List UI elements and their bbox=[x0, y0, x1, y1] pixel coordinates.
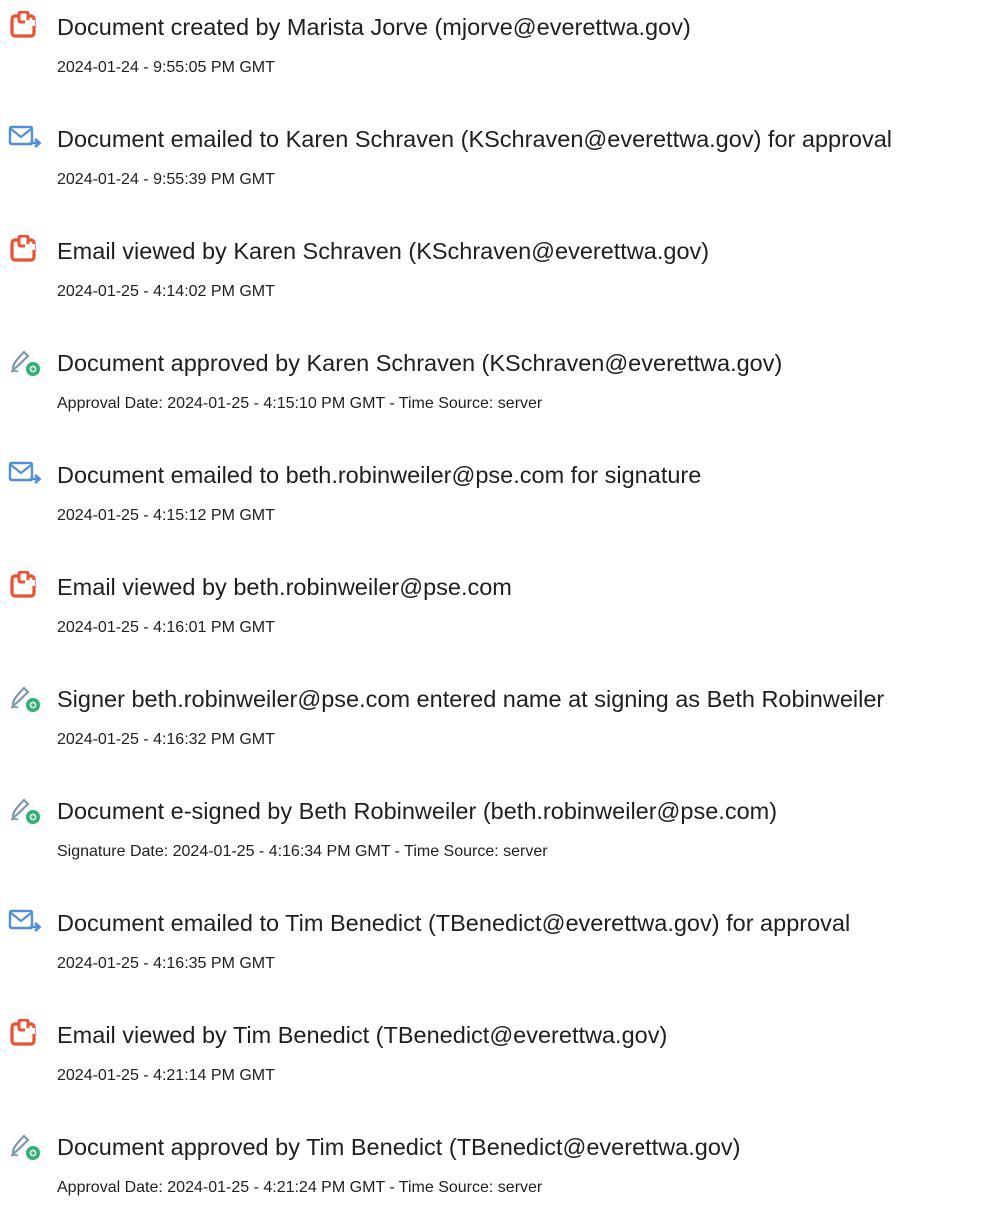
audit-entry: Document approved by Tim Benedict (TBene… bbox=[0, 1120, 1002, 1200]
entry-title: Document emailed to Karen Schraven (KSch… bbox=[57, 126, 893, 152]
document-icon bbox=[8, 11, 42, 41]
audit-entry: Document emailed to Karen Schraven (KSch… bbox=[0, 112, 1002, 192]
audit-log: Document created by Marista Jorve (mjorv… bbox=[0, 0, 1002, 1224]
email-icon bbox=[8, 907, 42, 937]
entry-timestamp: 2024-01-25 - 4:16:01 PM GMT bbox=[57, 619, 275, 636]
sign-pen-icon bbox=[8, 347, 42, 377]
sign-pen-icon bbox=[8, 683, 42, 713]
entry-timestamp: 2024-01-25 - 4:14:02 PM GMT bbox=[57, 283, 275, 300]
audit-entry: Email viewed by Tim Benedict (TBenedict@… bbox=[0, 1008, 1002, 1088]
audit-entry: Document e-signed by Beth Robinweiler (b… bbox=[0, 784, 1002, 864]
audit-entry: Document emailed to beth.robinweiler@pse… bbox=[0, 448, 1002, 528]
entry-title: Document approved by Karen Schraven (KSc… bbox=[57, 350, 783, 376]
entry-timestamp: 2024-01-25 - 4:16:35 PM GMT bbox=[57, 955, 275, 972]
email-icon bbox=[8, 123, 42, 153]
sign-pen-icon bbox=[8, 1131, 42, 1161]
entry-title: Document approved by Tim Benedict (TBene… bbox=[57, 1134, 741, 1160]
sign-pen-icon bbox=[8, 795, 42, 825]
entry-title: Signer beth.robinweiler@pse.com entered … bbox=[57, 686, 885, 712]
audit-entry: Signer beth.robinweiler@pse.com entered … bbox=[0, 672, 1002, 752]
entry-title: Document created by Marista Jorve (mjorv… bbox=[57, 14, 691, 40]
entry-timestamp: Signature Date: 2024-01-25 - 4:16:34 PM … bbox=[57, 843, 548, 860]
document-icon bbox=[8, 235, 42, 265]
entry-timestamp: 2024-01-25 - 4:16:32 PM GMT bbox=[57, 731, 275, 748]
document-icon bbox=[8, 571, 42, 601]
audit-entry: Document emailed to Tim Benedict (TBened… bbox=[0, 896, 1002, 976]
entry-title: Email viewed by beth.robinweiler@pse.com bbox=[57, 574, 512, 600]
entry-title: Document emailed to Tim Benedict (TBened… bbox=[57, 910, 851, 936]
entry-title: Email viewed by Tim Benedict (TBenedict@… bbox=[57, 1022, 668, 1048]
audit-entry: Document created by Marista Jorve (mjorv… bbox=[0, 0, 1002, 80]
entry-timestamp: 2024-01-25 - 4:15:12 PM GMT bbox=[57, 507, 275, 524]
entry-timestamp: Approval Date: 2024-01-25 - 4:21:24 PM G… bbox=[57, 1179, 543, 1196]
entry-timestamp: 2024-01-24 - 9:55:39 PM GMT bbox=[57, 171, 275, 188]
entry-timestamp: 2024-01-24 - 9:55:05 PM GMT bbox=[57, 59, 275, 76]
audit-entry: Document approved by Karen Schraven (KSc… bbox=[0, 336, 1002, 416]
entry-title: Email viewed by Karen Schraven (KSchrave… bbox=[57, 238, 710, 264]
document-icon bbox=[8, 1019, 42, 1049]
entry-timestamp: Approval Date: 2024-01-25 - 4:15:10 PM G… bbox=[57, 395, 543, 412]
audit-entry: Email viewed by beth.robinweiler@pse.com… bbox=[0, 560, 1002, 640]
audit-entry: Email viewed by Karen Schraven (KSchrave… bbox=[0, 224, 1002, 304]
entry-title: Document emailed to beth.robinweiler@pse… bbox=[57, 462, 702, 488]
email-icon bbox=[8, 459, 42, 489]
entry-timestamp: 2024-01-25 - 4:21:14 PM GMT bbox=[57, 1067, 275, 1084]
entry-title: Document e-signed by Beth Robinweiler (b… bbox=[57, 798, 778, 824]
